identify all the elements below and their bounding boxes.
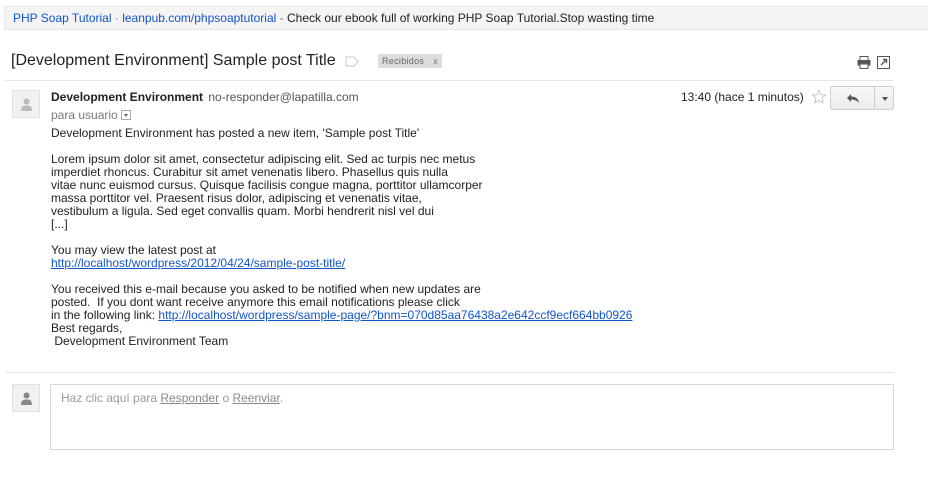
message-timestamp: 13:40 (hace 1 minutos) [681, 90, 804, 104]
unsubscribe-link[interactable]: http://localhost/wordpress/sample-page/?… [158, 308, 632, 322]
star-icon[interactable] [811, 88, 827, 105]
ad-separator-2: - [279, 11, 284, 25]
current-user-avatar [12, 384, 40, 412]
reply-prompt-or: o [219, 391, 233, 405]
forward-link[interactable]: Reenviar [232, 391, 279, 405]
chevron-down-icon [882, 97, 888, 101]
new-window-icon[interactable] [877, 56, 890, 69]
person-icon [21, 392, 32, 405]
post-link[interactable]: http://localhost/wordpress/2012/04/24/sa… [51, 256, 345, 270]
reply-arrow-icon [847, 94, 859, 103]
sender-row: Development Environment no-responder@lap… [51, 90, 359, 104]
email-subject: [Development Environment] Sample post Ti… [11, 52, 336, 69]
label-icon[interactable] [345, 56, 359, 67]
inbox-label-chip[interactable]: Recibidos x [378, 54, 443, 68]
subject-row: [Development Environment] Sample post Ti… [11, 52, 894, 72]
recipient-text: para usuario [51, 108, 118, 122]
notice-text: in the following link: [51, 308, 159, 322]
recipient-row: para usuario [51, 108, 131, 122]
sender-email: no-responder@lapatilla.com [208, 90, 359, 104]
print-icon[interactable] [857, 56, 871, 69]
remove-label-icon[interactable]: x [433, 56, 438, 66]
ad-title-link[interactable]: PHP Soap Tutorial [13, 11, 112, 25]
ad-text: Check our ebook full of working PHP Soap… [287, 11, 655, 25]
show-details-dropdown-icon[interactable] [120, 110, 131, 120]
header-divider [5, 80, 894, 81]
ad-separator: · [114, 11, 119, 25]
sender-avatar [12, 90, 40, 118]
ad-url-link[interactable]: leanpub.com/phpsoaptutorial [122, 11, 276, 25]
signature-text: Development Environment Team [51, 334, 229, 348]
reply-box[interactable]: Haz clic aquí para Responder o Reenviar. [50, 384, 894, 450]
reply-prompt-text: Haz clic aquí para [61, 391, 161, 405]
person-icon [21, 98, 32, 111]
more-actions-button[interactable] [874, 86, 894, 110]
message-body: Development Environment has posted a new… [51, 127, 831, 348]
body-intro: Development Environment has posted a new… [51, 126, 420, 140]
reply-link[interactable]: Responder [160, 391, 219, 405]
reply-button[interactable] [830, 86, 875, 110]
inbox-label-text: Recibidos [382, 56, 425, 66]
body-ellipsis: [...] [51, 217, 68, 231]
ad-bar: PHP Soap Tutorial · leanpub.com/phpsoapt… [4, 6, 928, 30]
reply-divider [5, 372, 894, 373]
body-paragraph-line: vestibulum a ligula. Sed eget convallis … [51, 204, 434, 218]
sender-name[interactable]: Development Environment [51, 90, 203, 104]
reply-prompt-period: . [279, 391, 284, 405]
